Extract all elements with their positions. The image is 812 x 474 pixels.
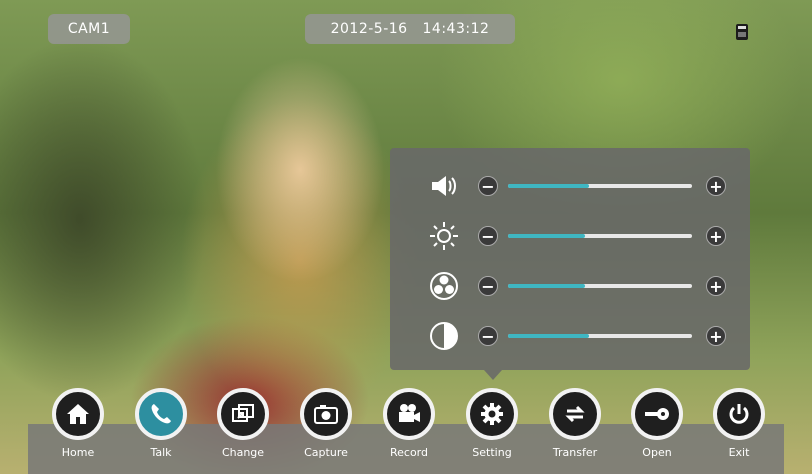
color-wheel-icon bbox=[428, 270, 460, 302]
transfer-button[interactable]: Transfer bbox=[545, 388, 605, 459]
camera-view: CAM1 2012-5-16 14:43:12 − + − + − + − + … bbox=[0, 0, 812, 474]
video-camera-icon bbox=[383, 388, 435, 440]
open-label: Open bbox=[642, 446, 672, 459]
record-label: Record bbox=[389, 446, 428, 459]
key-icon bbox=[631, 388, 683, 440]
camera-icon bbox=[300, 388, 352, 440]
talk-label: Talk bbox=[150, 446, 172, 459]
brightness-slider-row: − + bbox=[390, 218, 750, 254]
power-icon bbox=[713, 388, 765, 440]
exit-button[interactable]: Exit bbox=[709, 388, 769, 459]
home-button[interactable]: Home bbox=[48, 388, 108, 459]
talk-button[interactable]: Talk bbox=[131, 388, 191, 459]
brightness-increase-button[interactable]: + bbox=[706, 226, 726, 246]
record-button[interactable]: Record bbox=[379, 388, 439, 459]
contrast-slider-fill bbox=[508, 334, 589, 338]
volume-slider-row: − + bbox=[390, 168, 750, 204]
home-label: Home bbox=[61, 446, 95, 459]
open-button[interactable]: Open bbox=[627, 388, 687, 459]
brightness-slider[interactable] bbox=[508, 234, 692, 238]
settings-panel-pointer bbox=[484, 370, 502, 380]
color-increase-button[interactable]: + bbox=[706, 276, 726, 296]
datetime-display: 2012-5-16 14:43:12 bbox=[305, 14, 515, 44]
sun-icon bbox=[428, 220, 460, 252]
phone-icon bbox=[135, 388, 187, 440]
gear-icon bbox=[466, 388, 518, 440]
contrast-increase-button[interactable]: + bbox=[706, 326, 726, 346]
color-slider-fill bbox=[508, 284, 586, 288]
volume-slider[interactable] bbox=[508, 184, 692, 188]
change-button[interactable]: Change bbox=[213, 388, 273, 459]
sd-card-icon bbox=[736, 24, 748, 40]
volume-slider-fill bbox=[508, 184, 589, 188]
volume-increase-button[interactable]: + bbox=[706, 176, 726, 196]
capture-button[interactable]: Capture bbox=[296, 388, 356, 459]
change-label: Change bbox=[221, 446, 265, 459]
contrast-icon bbox=[428, 320, 460, 352]
volume-decrease-button[interactable]: − bbox=[478, 176, 498, 196]
color-slider-row: − + bbox=[390, 268, 750, 304]
transfer-arrows-icon bbox=[549, 388, 601, 440]
transfer-label: Transfer bbox=[552, 446, 598, 459]
setting-label: Setting bbox=[472, 446, 512, 459]
capture-label: Capture bbox=[304, 446, 348, 459]
home-icon bbox=[52, 388, 104, 440]
contrast-slider[interactable] bbox=[508, 334, 692, 338]
color-slider[interactable] bbox=[508, 284, 692, 288]
color-decrease-button[interactable]: − bbox=[478, 276, 498, 296]
contrast-decrease-button[interactable]: − bbox=[478, 326, 498, 346]
switch-windows-icon bbox=[217, 388, 269, 440]
settings-panel: − + − + − + − + bbox=[390, 148, 750, 370]
contrast-slider-row: − + bbox=[390, 318, 750, 354]
speaker-icon bbox=[428, 170, 460, 202]
exit-label: Exit bbox=[728, 446, 750, 459]
camera-label[interactable]: CAM1 bbox=[48, 14, 130, 44]
setting-button[interactable]: Setting bbox=[462, 388, 522, 459]
brightness-decrease-button[interactable]: − bbox=[478, 226, 498, 246]
brightness-slider-fill bbox=[508, 234, 586, 238]
